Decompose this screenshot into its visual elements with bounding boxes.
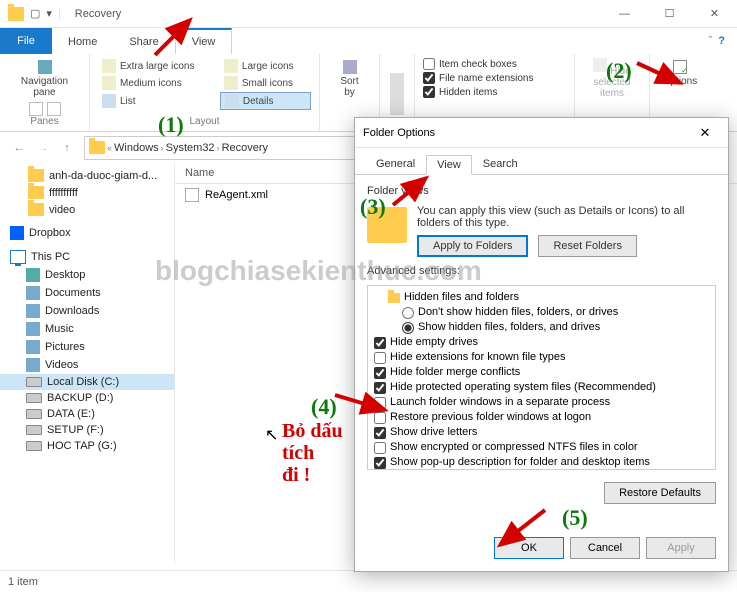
adv-show-hidden[interactable]: Show hidden files, folders, and drives [374, 320, 709, 335]
watermark: blogchiasekienthuc.com [155, 255, 482, 287]
tree-hoctap-g[interactable]: HOC TAP (G:) [0, 438, 174, 454]
sort-by-button[interactable]: Sort by [328, 58, 371, 100]
annotation-1: (1) [158, 112, 184, 138]
status-bar: 1 item [0, 570, 737, 592]
group-by-icon[interactable] [390, 73, 404, 87]
preview-pane-icon[interactable] [29, 102, 43, 116]
reset-folders-button[interactable]: Reset Folders [538, 235, 636, 257]
layout-medium-icons[interactable]: Medium icons [98, 75, 212, 91]
annotation-4: (4) [311, 394, 337, 420]
xml-file-icon [185, 188, 199, 202]
dialog-tab-view[interactable]: View [426, 155, 472, 175]
window-title: Recovery [75, 8, 121, 20]
tab-share[interactable]: Share [113, 28, 174, 54]
tab-view[interactable]: View [175, 28, 233, 54]
layout-group-label: Layout [98, 116, 311, 129]
forward-button[interactable]: → [32, 137, 54, 159]
layout-extra-large-icons[interactable]: Extra large icons [98, 58, 212, 74]
adv-hide-ext[interactable]: Hide extensions for known file types [374, 350, 709, 365]
maximize-button[interactable]: ☐ [647, 0, 692, 28]
restore-defaults-button[interactable]: Restore Defaults [604, 482, 716, 504]
tree-item[interactable]: video [0, 201, 174, 218]
dialog-tab-general[interactable]: General [365, 154, 426, 174]
apply-to-folders-button[interactable]: Apply to Folders [417, 235, 528, 257]
adv-dont-show-hidden[interactable]: Don't show hidden files, folders, or dri… [374, 305, 709, 320]
nav-tree: anh-da-duoc-giam-d... ffffffffff video D… [0, 163, 175, 563]
options-button[interactable]: ✓ Options [659, 58, 701, 89]
up-button[interactable]: ↑ [56, 137, 78, 159]
layout-small-icons[interactable]: Small icons [220, 75, 311, 91]
layout-list[interactable]: List [98, 92, 212, 110]
annotation-red-text: Bỏ dấu tích đi ! [282, 420, 343, 486]
dropbox-icon [10, 226, 24, 240]
navigation-pane-button[interactable]: Navigation pane [8, 58, 81, 100]
tab-home[interactable]: Home [52, 28, 113, 54]
advanced-settings-list[interactable]: Hidden files and folders Don't show hidd… [367, 285, 716, 470]
folder-options-dialog: Folder Options ✕ General View Search Fol… [354, 117, 729, 572]
adv-restore-prev[interactable]: Restore previous folder windows at logon [374, 410, 709, 425]
columns-icon[interactable] [390, 87, 404, 101]
tree-dropbox[interactable]: Dropbox [0, 224, 174, 242]
folder-views-text: You can apply this view (such as Details… [417, 205, 716, 229]
annotation-3: (3) [360, 194, 386, 220]
details-pane-icon[interactable] [47, 102, 61, 116]
titlebar: ▢ ▾ | Recovery — ☐ ✕ [0, 0, 737, 28]
tree-local-disk-c[interactable]: Local Disk (C:) [0, 374, 174, 390]
file-name: ReAgent.xml [205, 189, 268, 201]
item-checkboxes-toggle[interactable]: Item check boxes [423, 58, 566, 70]
tree-setup-f[interactable]: SETUP (F:) [0, 422, 174, 438]
tree-desktop[interactable]: Desktop [0, 266, 174, 284]
item-count: 1 item [8, 576, 38, 588]
adv-hide-empty[interactable]: Hide empty drives [374, 335, 709, 350]
tree-item[interactable]: anh-da-duoc-giam-d... [0, 167, 174, 184]
cancel-button[interactable]: Cancel [570, 537, 640, 559]
layout-large-icons[interactable]: Large icons [220, 58, 311, 74]
tab-file[interactable]: File [0, 28, 52, 54]
ribbon-tabs: File Home Share View ˇ ? [0, 28, 737, 54]
tree-music[interactable]: Music [0, 320, 174, 338]
tree-backup-d[interactable]: BACKUP (D:) [0, 390, 174, 406]
size-columns-icon[interactable] [390, 101, 404, 115]
app-icon [8, 7, 24, 21]
dialog-title: Folder Options [363, 127, 435, 139]
tree-documents[interactable]: Documents [0, 284, 174, 302]
cursor-icon: ↖ [265, 425, 278, 445]
annotation-5: (5) [562, 505, 588, 531]
annotation-2: (2) [606, 58, 632, 84]
adv-hide-protected[interactable]: Hide protected operating system files (R… [374, 380, 709, 395]
adv-hidden-group: Hidden files and folders [374, 290, 709, 305]
tree-data-e[interactable]: DATA (E:) [0, 406, 174, 422]
adv-show-drive[interactable]: Show drive letters [374, 425, 709, 440]
crumb-system32[interactable]: System32 [166, 142, 215, 154]
back-button[interactable]: ← [8, 137, 30, 159]
pc-icon [10, 250, 26, 264]
tree-pictures[interactable]: Pictures [0, 338, 174, 356]
minimize-button[interactable]: — [602, 0, 647, 28]
dialog-tab-search[interactable]: Search [472, 154, 529, 174]
tree-item[interactable]: ffffffffff [0, 184, 174, 201]
layout-details[interactable]: Details [220, 92, 311, 110]
adv-launch-sep[interactable]: Launch folder windows in a separate proc… [374, 395, 709, 410]
help-icon[interactable]: ? [718, 35, 725, 47]
adv-hide-merge[interactable]: Hide folder merge conflicts [374, 365, 709, 380]
ok-button[interactable]: OK [494, 537, 564, 559]
file-extensions-toggle[interactable]: File name extensions [423, 72, 566, 84]
folder-icon [89, 141, 105, 154]
close-button[interactable]: ✕ [692, 0, 737, 28]
dialog-close-button[interactable]: ✕ [690, 125, 720, 141]
tree-downloads[interactable]: Downloads [0, 302, 174, 320]
crumb-windows[interactable]: Windows [114, 142, 159, 154]
ribbon-collapse-icon[interactable]: ˇ [709, 35, 713, 47]
adv-show-popup[interactable]: Show pop-up description for folder and d… [374, 455, 709, 470]
crumb-recovery[interactable]: Recovery [222, 142, 268, 154]
folder-views-label: Folder views [367, 185, 716, 197]
apply-button[interactable]: Apply [646, 537, 716, 559]
tree-videos[interactable]: Videos [0, 356, 174, 374]
hidden-items-toggle[interactable]: Hidden items [423, 86, 566, 98]
panes-group-label: Panes [8, 116, 81, 129]
adv-show-enc[interactable]: Show encrypted or compressed NTFS files … [374, 440, 709, 455]
tree-this-pc[interactable]: This PC [0, 248, 174, 266]
